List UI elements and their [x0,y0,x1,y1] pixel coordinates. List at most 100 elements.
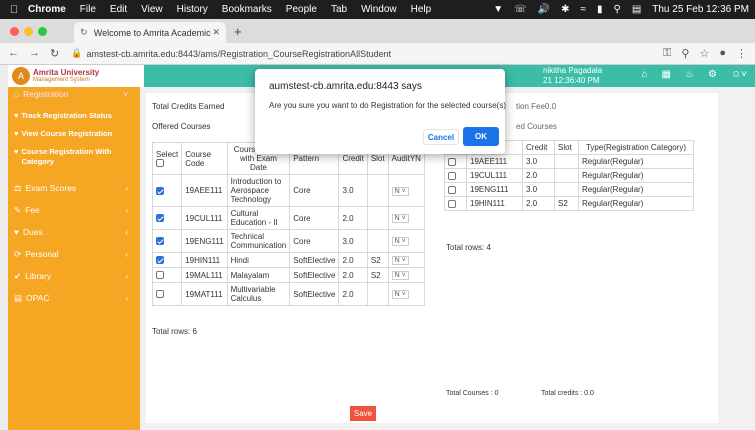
sidebar-item-registration[interactable]: ⌂ Registration ˅ [8,87,140,101]
profile-icon[interactable]: ● [719,47,726,60]
menu-file[interactable]: File [80,4,96,15]
sidebar-item-dues[interactable]: ♥ Dues ‹ [8,221,140,243]
selected-total-rows: Total rows: 4 [446,243,491,252]
sidebar-subitem-view-course-registration[interactable]: ♥ View Course Registration [8,125,140,143]
lock-icon[interactable]: 🔒 [71,48,82,59]
chevron-down-icon: ˅ [401,272,406,279]
close-tab-icon[interactable]: ✕ [212,27,220,38]
course-select-checkbox[interactable] [156,237,164,246]
course-name-cell: Cultural Education - II [226,206,291,230]
course-select-checkbox[interactable] [448,157,456,166]
minimize-window-button[interactable] [24,27,33,36]
zoom-icon[interactable]: ⚲ [681,47,689,60]
chevron-left-icon: ‹ [125,183,128,193]
bluetooth-icon[interactable]: ✱ [561,4,569,15]
battery-icon[interactable]: ▮ [597,4,603,15]
pattern-cell: SoftElective [289,252,340,268]
course-select-checkbox[interactable] [448,199,456,208]
course-select-checkbox[interactable] [156,290,164,299]
course-select-checkbox[interactable] [156,214,164,223]
course-select-checkbox[interactable] [156,256,164,265]
course-code-cell: 19ENG111 [181,229,228,253]
course-select-checkbox[interactable] [448,171,456,180]
sidebar-item-label: Fee [25,205,40,215]
close-window-button[interactable] [10,27,19,36]
settings-icon[interactable]: ⚙ [708,69,717,80]
select-all-checkbox[interactable] [156,159,164,168]
audit-select[interactable]: N ˅ [391,237,409,246]
app-logo[interactable]: A Amrita University Management System [8,65,144,87]
audit-cell: N ˅ [387,174,425,207]
table-row: 19AEE111 3.0 Regular(Regular) [444,154,694,169]
menu-people[interactable]: People [286,4,317,15]
sidebar-subitem-track-registration[interactable]: ♥ Track Registration Status [8,107,140,125]
sidebar-item-fee[interactable]: ✎ Fee ‹ [8,199,140,221]
heart-icon: ♥ [14,227,20,237]
sidebar-item-label: OPAC [26,293,50,303]
more-menu-icon[interactable]: ⋮ [736,47,747,60]
bookmark-star-icon[interactable]: ☆ [699,47,709,60]
audit-select[interactable]: N ˅ [391,214,409,223]
browser-tab[interactable]: ↻ Welcome to Amrita Academic I ✕ [74,22,226,43]
table-row: 19ENG111 3.0 Regular(Regular) [444,182,694,197]
offered-courses-table: Select Course Code Course Name with Exam… [151,142,425,306]
menu-tab[interactable]: Tab [331,4,347,15]
phone-icon[interactable]: ☏ [514,4,527,15]
audit-select[interactable]: N ˅ [391,290,409,299]
sidebar-subitem-label: View Course Registration [21,129,113,138]
grid-icon[interactable]: ▦ [662,69,671,80]
sidebar-item-opac[interactable]: ▤ OPAC ‹ [8,287,140,309]
table-row: 19HIN111 2.0 S2 Regular(Regular) [444,196,694,211]
menu-window[interactable]: Window [361,4,397,15]
cancel-button[interactable]: Cancel [423,129,459,145]
select-cell [151,252,183,268]
audit-value: N [394,187,400,195]
menu-help[interactable]: Help [411,4,432,15]
slot-cell [366,174,389,207]
book-icon: ▤ [14,292,23,303]
forward-arrow-icon[interactable]: → [29,47,40,60]
home-icon[interactable]: ⌂ [642,69,648,80]
ok-button[interactable]: OK [463,127,499,146]
user-menu-icon[interactable]: ☺˅ [731,69,747,80]
sidebar-item-label: Exam Scores [25,183,77,193]
wifi-icon[interactable]: ≈ [580,4,586,15]
type-cell: Regular(Regular) [578,182,694,197]
audit-select[interactable]: N ˅ [391,271,409,280]
menu-bookmarks[interactable]: Bookmarks [222,4,272,15]
course-select-checkbox[interactable] [156,186,164,195]
new-tab-button[interactable]: + [234,24,242,39]
dialog-message: Are you sure you want to do Registration… [269,101,507,110]
audit-select[interactable]: N ˅ [391,186,409,196]
sidebar-subitem-course-registration-category[interactable]: ♥ Course Registration With Category [8,143,140,171]
address-bar[interactable]: 🔒 amstest-cb.amrita.edu:8443/ams/Registr… [71,46,641,62]
sidebar-item-exam-scores[interactable]: ⚖ Exam Scores ‹ [8,177,140,199]
sidebar-item-personal[interactable]: ⟳ Personal ‹ [8,243,140,265]
menu-view[interactable]: View [141,4,163,15]
course-select-checkbox[interactable] [448,185,456,194]
save-button[interactable]: Save [350,406,376,421]
menu-chrome[interactable]: Chrome [28,4,66,15]
table-row: 19ENG111 Technical Communication Core 3.0 N … [151,229,425,253]
reload-icon[interactable]: ↻ [50,47,59,60]
maximize-window-button[interactable] [38,27,47,36]
apple-icon[interactable]:  [0,4,28,16]
menu-history[interactable]: History [177,4,208,15]
chevron-down-icon: ˅ [401,238,406,245]
course-select-checkbox[interactable] [156,271,164,280]
key-icon[interactable]: ⚿ [663,47,671,60]
menu-edit[interactable]: Edit [110,4,127,15]
url-text[interactable]: amstest-cb.amrita.edu:8443/ams/Registrat… [86,49,391,59]
menubar-clock[interactable]: Thu 25 Feb 12:36 PM [652,4,749,15]
window-controls [10,27,47,36]
vpn-icon[interactable]: ▼ [493,4,503,15]
volume-icon[interactable]: 🔊 [538,4,550,15]
back-arrow-icon[interactable]: ← [8,47,19,60]
audit-select[interactable]: N ˅ [391,256,409,265]
refresh-icon: ⟳ [14,248,22,259]
bell-icon[interactable]: ♨ [685,69,694,80]
slot-cell [554,168,579,183]
control-center-icon[interactable]: ▤ [632,4,641,15]
sidebar-item-library[interactable]: ✔ Library ‹ [8,265,140,287]
spotlight-search-icon[interactable]: ⚲ [613,4,620,15]
